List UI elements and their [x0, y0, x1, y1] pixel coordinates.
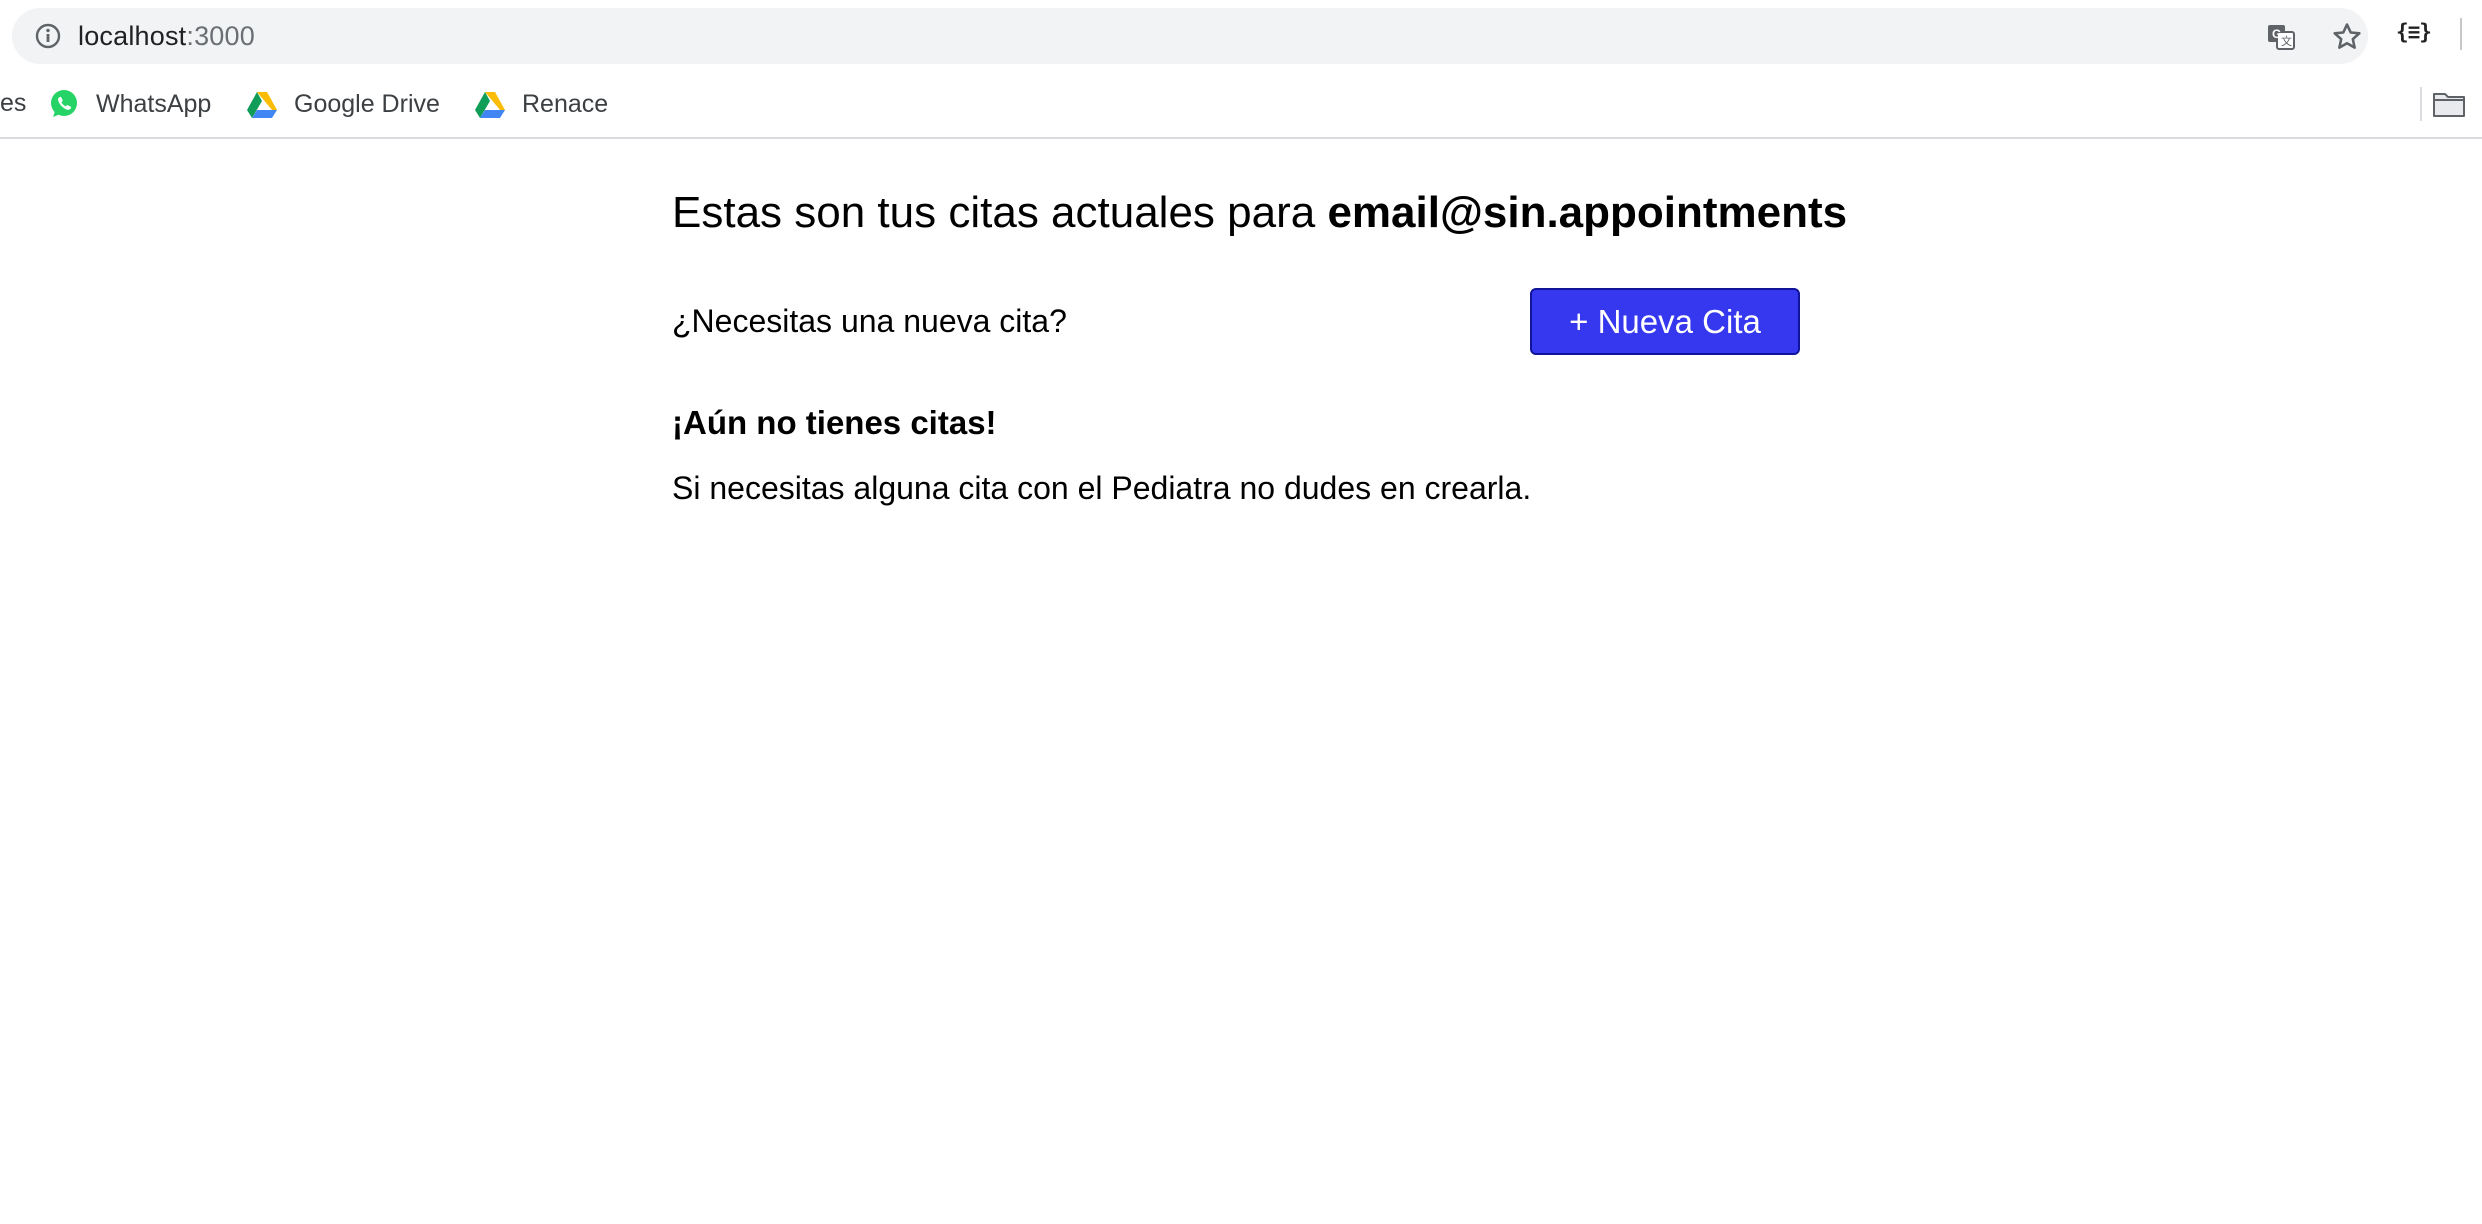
- address-bar[interactable]: localhost:3000 G 文: [12, 8, 2368, 64]
- google-drive-icon: [247, 92, 277, 118]
- url-host: localhost: [78, 21, 187, 51]
- bookmark-renace[interactable]: Renace: [474, 85, 608, 123]
- bookmark-partial[interactable]: es: [0, 89, 26, 118]
- folder-icon[interactable]: [2432, 89, 2466, 119]
- whatsapp-icon: [51, 90, 77, 117]
- new-appointment-button[interactable]: + Nueva Cita: [1530, 288, 1800, 355]
- browser-toolbar: localhost:3000 G 文 {≡}: [0, 0, 2482, 71]
- bookmarks-divider: [2420, 87, 2422, 121]
- new-appointment-prompt: ¿Necesitas una nueva cita?: [672, 303, 1067, 339]
- bookmark-label: Google Drive: [294, 89, 440, 118]
- url-port: :3000: [186, 21, 255, 51]
- url-text[interactable]: localhost:3000: [78, 18, 255, 54]
- empty-state-description: Si necesitas alguna cita con el Pediatra…: [672, 470, 1532, 506]
- empty-state-title: ¡Aún no tienes citas!: [672, 404, 997, 441]
- user-email: email@sin.appointments: [1327, 188, 1848, 237]
- svg-text:G: G: [2272, 27, 2281, 41]
- info-icon[interactable]: [34, 22, 62, 50]
- bookmark-label: Renace: [522, 89, 609, 118]
- star-icon[interactable]: [2330, 20, 2364, 54]
- bookmarks-bar: es WhatsApp Google Drive Renace: [0, 71, 2482, 139]
- translate-icon[interactable]: G 文: [2266, 22, 2296, 52]
- bookmark-whatsapp[interactable]: WhatsApp: [48, 85, 211, 123]
- bookmark-google-drive[interactable]: Google Drive: [246, 85, 440, 123]
- toolbar-divider: [2460, 18, 2462, 50]
- extension-json-icon[interactable]: {≡}: [2396, 20, 2432, 44]
- bookmark-label: WhatsApp: [96, 89, 212, 118]
- page-title: Estas son tus citas actuales para email@…: [672, 187, 1847, 239]
- svg-text:文: 文: [2281, 34, 2292, 48]
- title-prefix: Estas son tus citas actuales para: [672, 188, 1328, 237]
- google-drive-icon: [475, 92, 505, 118]
